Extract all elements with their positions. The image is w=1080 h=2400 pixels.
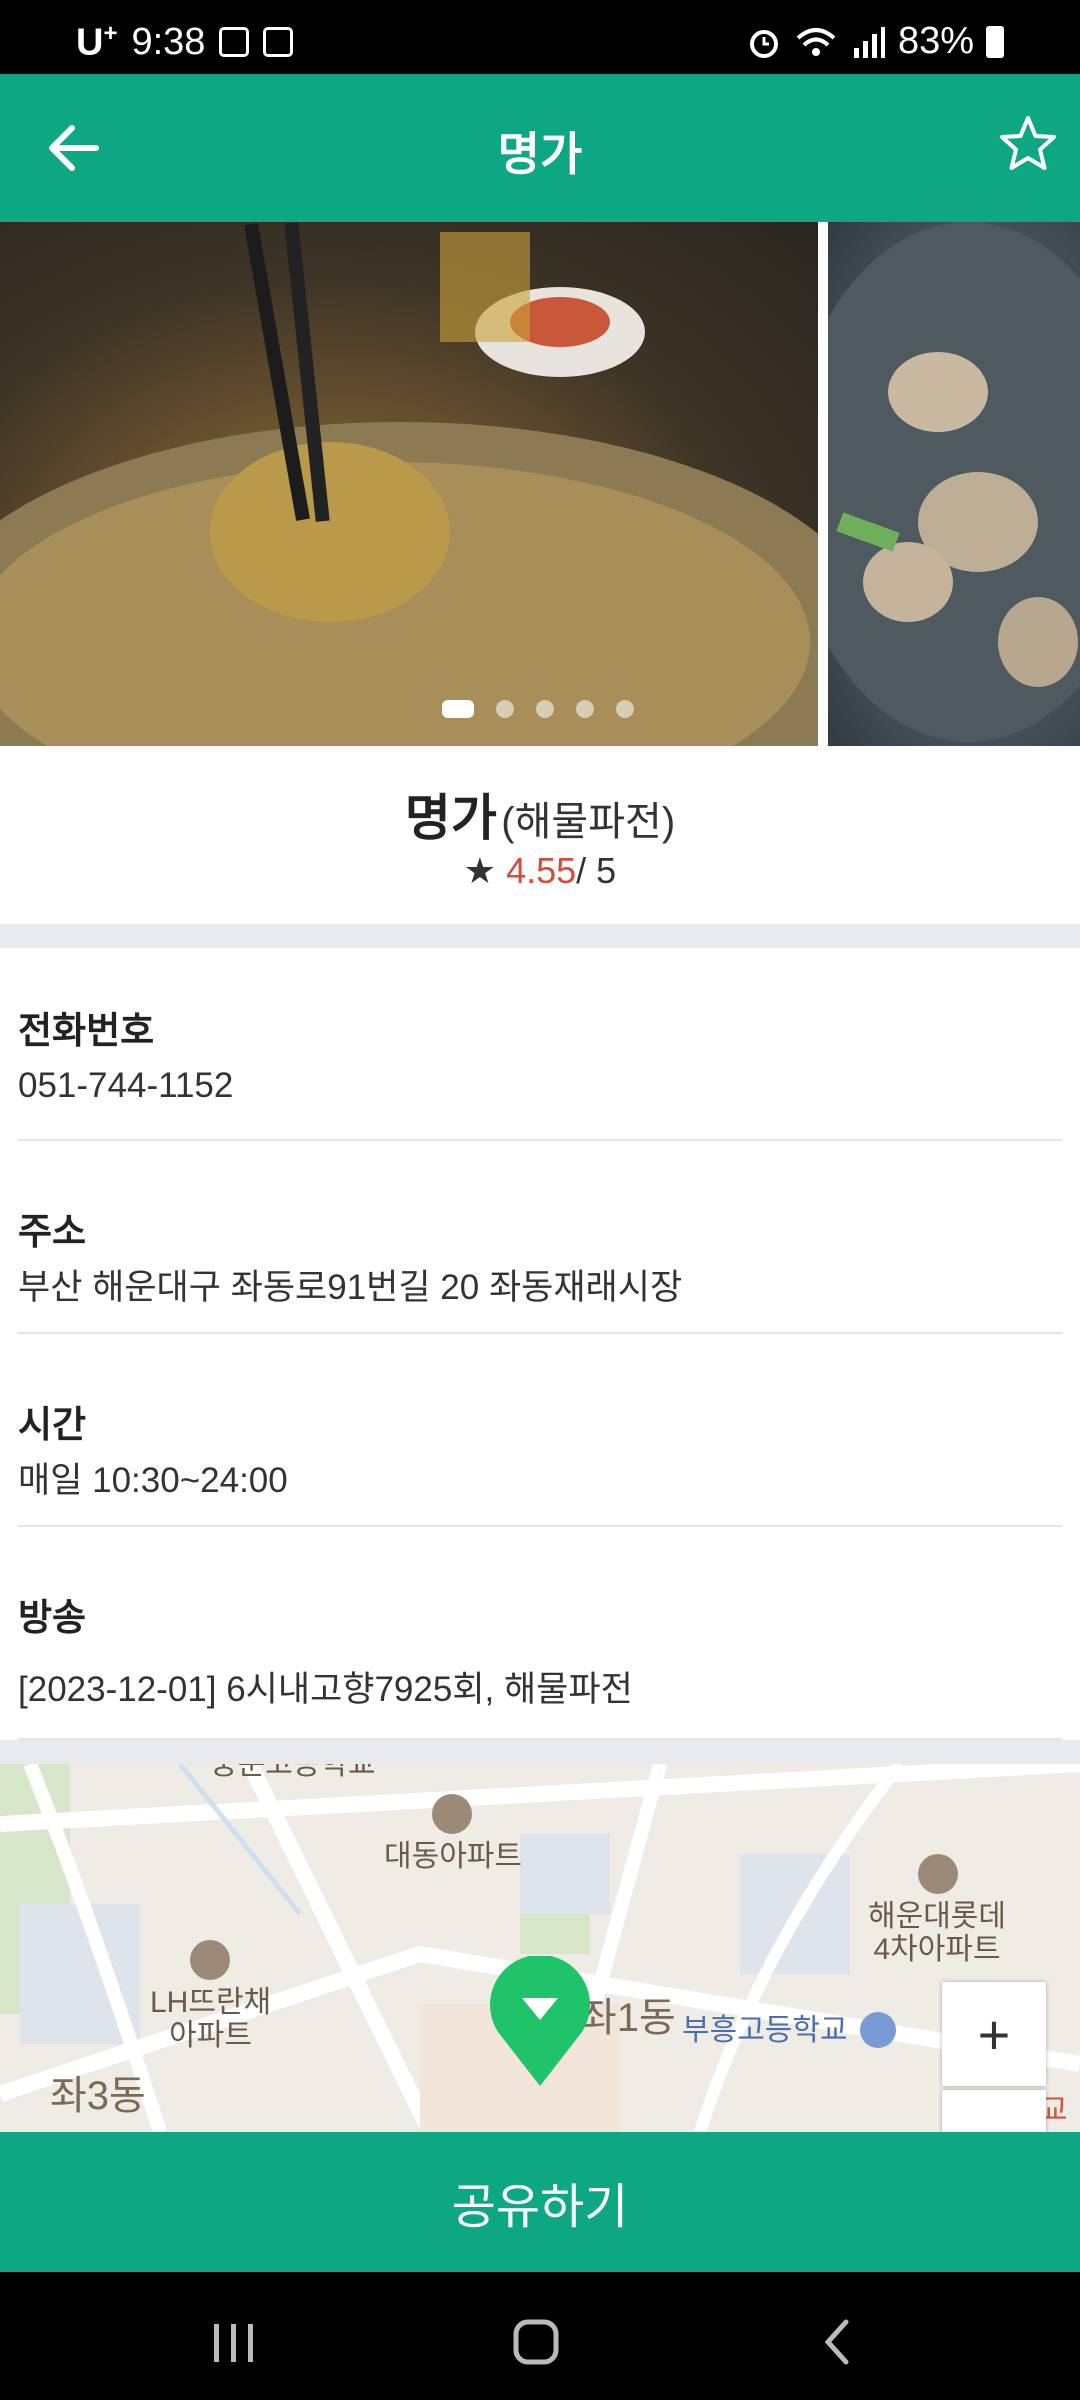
- map-label: 좌3동: [50, 2074, 146, 2118]
- gallery-dot[interactable]: [442, 700, 474, 718]
- restaurant-name-line: 명가 (해물파전): [0, 778, 1080, 850]
- map-label: 부흥고등학교: [682, 2014, 848, 2047]
- page-title: 명가: [497, 128, 583, 180]
- location-map[interactable]: 중문고등학교 대동아파트 해운대롯데 4차아파트 LH뜨란채 아파트 좌1동 부…: [0, 1764, 1080, 2132]
- gallery-indicator: [442, 700, 634, 718]
- broadcast-label: 방송: [18, 1597, 87, 1638]
- restaurant-name: 명가: [404, 790, 497, 846]
- section-divider: [0, 1740, 1080, 1764]
- map-label: 대동아파트: [384, 1840, 522, 1873]
- favorite-star-icon[interactable]: [998, 114, 1058, 174]
- location-pin-icon[interactable]: [488, 1956, 592, 2088]
- address-field[interactable]: 주소 부산 해운대구 좌동로91번길 20 좌동재래시장: [18, 1141, 1062, 1334]
- gallery-icon: [263, 27, 294, 58]
- share-button[interactable]: 공유하기: [0, 2132, 1080, 2272]
- rating: ★ 4.55/ 5: [0, 850, 1080, 892]
- rating-score: 4.55: [506, 850, 577, 891]
- alarm-icon: [749, 29, 778, 58]
- address-label: 주소: [18, 1211, 87, 1252]
- rating-star-icon: ★: [463, 850, 497, 891]
- battery-icon: [986, 25, 1004, 58]
- map-label: LH뜨란채 아파트: [150, 1986, 272, 2052]
- gallery-dot[interactable]: [536, 700, 554, 718]
- phone-label: 전화번호: [18, 1010, 155, 1051]
- zoom-out-button[interactable]: [942, 2090, 1046, 2132]
- rating-max: / 5: [576, 850, 617, 891]
- broadcast-value: [2023-12-01] 6시내고향7925회, 해물파전: [18, 1670, 633, 1709]
- hours-value: 매일 10:30~24:00: [18, 1461, 288, 1500]
- food-photo-pancake[interactable]: [0, 222, 880, 746]
- recent-apps-icon[interactable]: [204, 2312, 264, 2372]
- hours-label: 시간: [18, 1404, 87, 1445]
- back-nav-icon[interactable]: [808, 2312, 868, 2372]
- photo-gallery[interactable]: [0, 222, 1080, 746]
- map-label: 중문고등학교: [210, 1764, 376, 1781]
- carrier-label: U+: [76, 20, 118, 64]
- gallery-dot[interactable]: [616, 700, 634, 718]
- app-bar: 명가: [0, 74, 1080, 222]
- hours-field: 시간 매일 10:30~24:00: [18, 1334, 1062, 1527]
- screen-record-icon: [219, 27, 250, 58]
- restaurant-menu: (해물파전): [501, 800, 676, 844]
- map-label: 해운대롯데 4차아파트: [868, 1900, 1006, 1966]
- gallery-dot[interactable]: [576, 700, 594, 718]
- address-value[interactable]: 부산 해운대구 좌동로91번길 20 좌동재래시장: [18, 1259, 682, 1310]
- gallery-dot[interactable]: [496, 700, 514, 718]
- map-label: 좌1동: [580, 1996, 676, 2040]
- clock: 9:38: [131, 20, 206, 63]
- food-photo-clam-soup[interactable]: [788, 222, 1080, 746]
- broadcast-field: 방송 [2023-12-01] 6시내고향7925회, 해물파전: [18, 1527, 1062, 1740]
- phone-field[interactable]: 전화번호 051-744-1152: [18, 948, 1062, 1141]
- phone-value[interactable]: 051-744-1152: [18, 1066, 233, 1106]
- restaurant-header: 명가 (해물파전) ★ 4.55/ 5: [0, 746, 1080, 924]
- signal-icon: [853, 26, 885, 58]
- status-bar: U+ 9:38 83%: [0, 0, 1080, 74]
- wifi-icon: [796, 27, 836, 56]
- zoom-in-button[interactable]: +: [942, 1982, 1046, 2086]
- system-nav-bar: [0, 2272, 1080, 2400]
- battery-percent: 83%: [897, 20, 974, 62]
- section-divider: [0, 924, 1080, 948]
- home-icon[interactable]: [506, 2312, 566, 2372]
